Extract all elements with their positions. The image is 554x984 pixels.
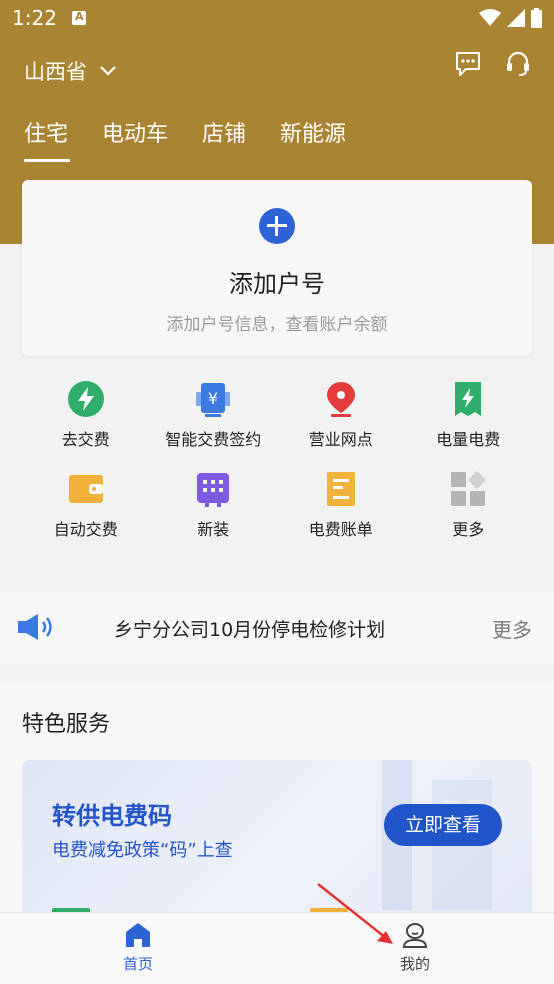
user-icon <box>402 923 428 948</box>
service-label: 新装 <box>197 520 230 539</box>
notification-a-icon <box>72 10 86 25</box>
nav-home[interactable]: 首页 <box>98 921 178 974</box>
service-label: 智能交费签约 <box>165 430 262 449</box>
notice-more-link[interactable]: 更多 <box>492 614 532 643</box>
service-new-installation[interactable]: 新装 <box>150 470 278 540</box>
nav-mine[interactable]: 我的 <box>375 921 455 974</box>
service-label: 自动交费 <box>53 520 118 539</box>
tab-shop[interactable]: 店铺 <box>202 116 246 162</box>
special-services-title: 特色服务 <box>22 712 111 737</box>
service-business-outlets[interactable]: 营业网点 <box>277 380 405 450</box>
plus-icon <box>259 208 295 244</box>
service-label: 营业网点 <box>308 430 373 449</box>
bill-icon <box>326 472 355 506</box>
category-tabs: 住宅 电动车 店铺 新能源 <box>24 116 346 162</box>
wifi-icon <box>479 9 501 26</box>
signal-icon <box>507 9 525 27</box>
header-actions <box>454 50 532 78</box>
province-selector[interactable]: 山西省 <box>24 56 117 86</box>
view-now-button[interactable]: 立即查看 <box>384 804 502 846</box>
home-icon <box>126 923 150 947</box>
yuan-device-icon: ¥ <box>196 383 231 417</box>
service-grid: 去交费 ¥ 智能交费签约 营业网点 电量电费 自动交费 新装 电费账单 更多 <box>22 380 532 540</box>
tab-new-energy[interactable]: 新能源 <box>280 116 346 162</box>
chevron-down-icon <box>100 66 116 76</box>
service-smart-pay-contract[interactable]: ¥ 智能交费签约 <box>150 380 278 450</box>
tab-residential[interactable]: 住宅 <box>24 116 71 162</box>
lightning-icon <box>67 381 104 417</box>
message-icon[interactable] <box>454 50 482 78</box>
add-account-card[interactable]: 添加户号 添加户号信息，查看账户余额 <box>22 180 532 356</box>
service-pay[interactable]: 去交费 <box>22 380 150 450</box>
province-label: 山西省 <box>24 60 87 84</box>
notice-text[interactable]: 乡宁分公司10月份停电检修计划 <box>114 615 385 642</box>
svg-text:¥: ¥ <box>208 389 218 408</box>
add-account-title: 添加户号 <box>229 270 325 298</box>
status-icons <box>479 8 542 28</box>
add-account-subtitle: 添加户号信息，查看账户余额 <box>166 315 388 335</box>
service-label: 去交费 <box>61 430 110 449</box>
service-more[interactable]: 更多 <box>405 470 533 540</box>
speaker-icon <box>18 614 52 640</box>
grid-more-icon <box>451 471 487 506</box>
bottom-navigation: 首页 我的 <box>0 912 554 984</box>
promo-title: 转供电费码 <box>52 802 172 830</box>
service-auto-pay[interactable]: 自动交费 <box>22 470 150 540</box>
location-pin-icon <box>326 382 355 417</box>
nav-mine-label: 我的 <box>399 955 430 973</box>
customer-service-icon[interactable] <box>504 50 532 78</box>
battery-icon <box>531 8 542 28</box>
wallet-icon <box>68 475 103 503</box>
meter-icon <box>197 473 230 507</box>
promo-banner[interactable]: 转供电费码 电费减免政策“码”上查 立即查看 <box>22 760 532 930</box>
nav-home-label: 首页 <box>122 955 153 973</box>
promo-subtitle: 电费减免政策“码”上查 <box>52 840 233 861</box>
status-bar: 1:22 <box>0 0 554 38</box>
service-bill[interactable]: 电费账单 <box>277 470 405 540</box>
service-label: 电费账单 <box>308 520 373 539</box>
lightning-ticket-icon <box>455 382 482 416</box>
status-time: 1:22 <box>12 6 57 30</box>
notice-bar[interactable]: 乡宁分公司10月份停电检修计划 更多 <box>0 592 554 664</box>
service-label: 更多 <box>452 520 485 539</box>
service-label: 电量电费 <box>436 430 501 449</box>
service-usage-fees[interactable]: 电量电费 <box>405 380 533 450</box>
tab-electric-vehicle[interactable]: 电动车 <box>102 116 168 162</box>
